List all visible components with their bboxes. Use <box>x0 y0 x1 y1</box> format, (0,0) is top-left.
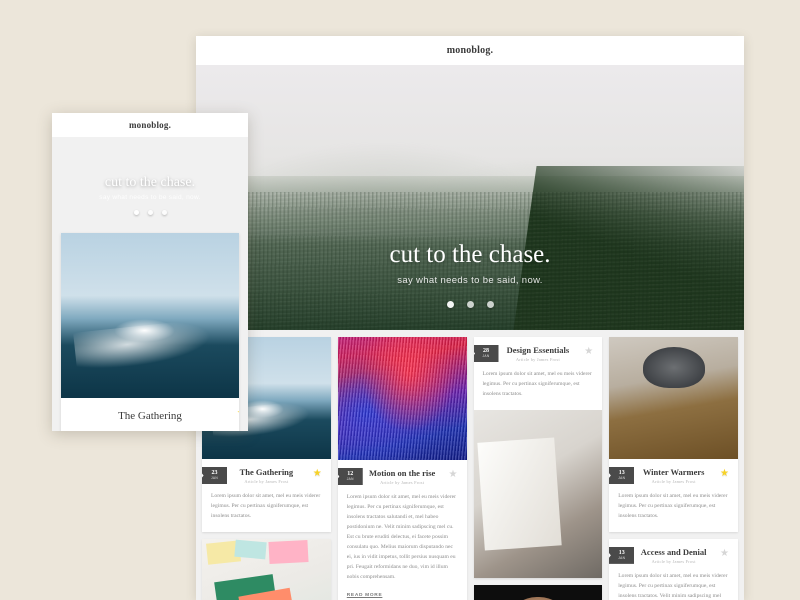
site-header: monoblog. <box>196 36 744 65</box>
card-excerpt: Lorem ipsum dolor sit amet, mel eu meis … <box>346 494 456 580</box>
date-ribbon: 12 JAN <box>337 468 363 485</box>
design-workshop-desk-image <box>473 409 603 578</box>
mobile-carousel-dot-2[interactable] <box>147 210 153 215</box>
mobile-site-header: monoblog. <box>52 113 248 137</box>
card-byline: Article by James Frost <box>244 479 289 484</box>
mobile-hero-subtitle: say what needs to be said, now. <box>99 194 201 201</box>
man-portrait-dark-image <box>473 584 603 600</box>
read-more-link[interactable]: READ MORE <box>347 593 383 598</box>
card-title: Motion on the rise <box>368 468 436 478</box>
star-icon[interactable]: ★ <box>584 347 593 357</box>
card-body: 23 JAN The Gathering Article by James Frost… <box>202 459 331 532</box>
card-image[interactable] <box>473 409 603 578</box>
article-card[interactable] <box>473 584 603 600</box>
desktop-preview: monoblog. cut to the chase. say what nee… <box>196 36 744 600</box>
grid-column: 28 JAN Design Essentials Article by James F… <box>473 337 603 600</box>
date-ribbon: 23 JAN <box>202 467 227 484</box>
date-ribbon: 13 JAN <box>609 467 635 484</box>
mobile-site-logo[interactable]: monoblog. <box>129 120 171 130</box>
hero-banner: cut to the chase. say what needs to be s… <box>196 65 744 330</box>
mobile-carousel-dot-1[interactable] <box>133 210 139 215</box>
star-icon[interactable]: ★ <box>720 548 729 559</box>
card-byline: Article by James Frost <box>651 558 696 564</box>
card-title: Design Essentials <box>506 345 570 355</box>
mobile-hero-copy: cut to the chase. say what needs to be s… <box>52 175 248 215</box>
carousel-dot-2[interactable] <box>466 301 474 308</box>
hero-carousel-dots[interactable] <box>196 301 744 308</box>
card-body: 13 JAN Winter Warmers Article by James Fros… <box>609 459 738 532</box>
date-ribbon: 28 JAN <box>473 345 499 362</box>
card-body: 13 JAN Access and Denial Article by James F… <box>609 539 738 600</box>
date-ribbon: 13 JAN <box>609 546 635 564</box>
card-image[interactable] <box>473 584 603 600</box>
mobile-carousel-dots[interactable] <box>52 210 248 215</box>
card-header: 12 JAN Motion on the rise Article by James … <box>337 468 458 486</box>
article-card[interactable]: 13 JAN Winter Warmers Article by James Fros… <box>609 337 738 532</box>
grid-column: 13 JAN Winter Warmers Article by James Fros… <box>609 337 738 600</box>
star-icon[interactable]: ★ <box>449 470 458 480</box>
hero-title: cut to the chase. <box>389 241 551 268</box>
date-month: JAN <box>346 477 354 482</box>
card-byline: Article by James Frost <box>380 480 425 485</box>
card-byline: Article by James Frost <box>515 357 560 362</box>
card-title: Winter Warmers <box>642 467 705 477</box>
article-card[interactable]: 13 JAN Access and Denial Article by James F… <box>609 538 738 600</box>
card-image[interactable] <box>609 337 738 459</box>
card-image[interactable] <box>337 337 467 460</box>
card-excerpt: Lorem ipsum dolor sit amet, mel eu meis … <box>211 493 321 519</box>
card-image[interactable] <box>202 538 331 600</box>
card-header: 28 JAN Design Essentials Article by James F… <box>473 345 593 363</box>
card-excerpt: Lorem ipsum dolor sit amet, mel eu meis … <box>482 371 592 397</box>
craft-desk-flatlay-image <box>202 538 331 600</box>
site-logo[interactable]: monoblog. <box>447 45 494 56</box>
mobile-carousel-dot-3[interactable] <box>161 210 167 215</box>
grid-column: 12 JAN Motion on the rise Article by James … <box>337 337 467 600</box>
card-title: Access and Denial <box>640 546 707 557</box>
hero-copy: cut to the chase. say what needs to be s… <box>196 241 744 308</box>
article-card[interactable] <box>202 538 331 600</box>
date-month: JAN <box>482 354 490 359</box>
mobile-card-title: The Gathering <box>118 410 182 422</box>
card-body: 12 JAN Motion on the rise Article by James … <box>337 460 467 600</box>
card-excerpt: Lorem ipsum dolor sit amet, mel eu meis … <box>618 572 728 599</box>
wave-spray <box>114 318 175 342</box>
star-icon[interactable]: ★ <box>313 469 322 479</box>
hero-subtitle: say what needs to be said, now. <box>397 275 543 286</box>
date-month: JAN <box>618 556 626 561</box>
card-body: 28 JAN Design Essentials Article by James F… <box>473 337 603 410</box>
card-header: 13 JAN Access and Denial Article by James F… <box>609 546 729 565</box>
winter-coat-hat-image <box>609 337 738 459</box>
card-byline: Article by James Frost <box>651 479 696 484</box>
card-header: 23 JAN The Gathering Article by James Frost… <box>202 467 322 485</box>
card-title: The Gathering <box>239 467 294 477</box>
card-excerpt: Lorem ipsum dolor sit amet, mel eu meis … <box>618 493 728 519</box>
card-header: 13 JAN Winter Warmers Article by James Fros… <box>609 467 729 485</box>
carousel-dot-3[interactable] <box>486 301 494 308</box>
star-icon[interactable]: ★ <box>720 469 729 479</box>
star-icon[interactable]: ★ <box>237 404 239 422</box>
date-month: JAN <box>618 476 626 481</box>
date-month: JAN <box>211 476 218 481</box>
mobile-hero-title: cut to the chase. <box>104 175 196 190</box>
carousel-dot-1[interactable] <box>446 301 454 308</box>
article-card[interactable]: 28 JAN Design Essentials Article by James F… <box>473 337 603 578</box>
article-card[interactable]: 12 JAN Motion on the rise Article by James … <box>337 337 467 600</box>
neon-light-trails-image <box>337 337 467 460</box>
mobile-hero-banner: cut to the chase. say what needs to be s… <box>52 137 248 225</box>
mobile-card-body: The Gathering ★ <box>61 398 239 431</box>
article-grid: 23 JAN The Gathering Article by James Frost… <box>196 330 744 600</box>
